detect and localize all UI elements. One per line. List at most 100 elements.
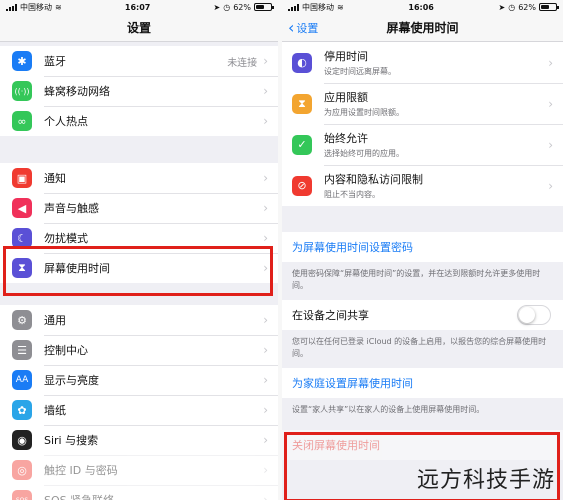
option-subtitle: 选择始终可用的应用。 [324, 149, 404, 158]
settings-row-wallpaper[interactable]: ✿ 墙纸 › [0, 395, 278, 425]
chevron-right-icon: › [263, 84, 268, 98]
chevron-right-icon: › [263, 54, 268, 68]
gear-icon: ⚙ [12, 310, 32, 330]
option-app-limits[interactable]: ⧗ 应用限额 为应用设置时间限额。 › [282, 83, 563, 124]
chevron-right-icon: › [263, 373, 268, 387]
row-label: 声音与触感 [44, 202, 99, 215]
text-size-icon: AA [12, 370, 32, 390]
settings-row-hotspot[interactable]: ∞ 个人热点 › [0, 106, 278, 136]
chevron-right-icon: › [263, 114, 268, 128]
option-downtime[interactable]: ◐ 停用时间 设定时间远离屏幕。 › [282, 42, 563, 83]
restrict-icon: ⊘ [292, 175, 312, 196]
speaker-icon: ◀ [12, 198, 32, 218]
page-title: 屏幕使用时间 [386, 21, 459, 35]
option-subtitle: 阻止不当内容。 [324, 190, 380, 199]
settings-row-notifications[interactable]: ▣ 通知 › [0, 163, 278, 193]
option-content-privacy[interactable]: ⊘ 内容和隐私访问限制 阻止不当内容。 › [282, 165, 563, 206]
siri-icon: ◉ [12, 430, 32, 450]
family-setup-link[interactable]: 为家庭设置屏幕使用时间 [282, 368, 563, 398]
option-title: 停用时间 [324, 50, 368, 63]
chevron-right-icon: › [548, 55, 553, 70]
row-label: SOS 紧急联络 [44, 492, 263, 500]
screen-time-options: ◐ 停用时间 设定时间远离屏幕。 › ⧗ 应用限额 为应用设置时间限额。 › ✓… [282, 42, 563, 206]
general-group: ⚙ 通用 › ☰ 控制中心 › AA 显示与亮度 › ✿ 墙纸 › ◉ Siri… [0, 305, 278, 500]
page-title: 设置 [126, 21, 151, 35]
chevron-right-icon: › [548, 96, 553, 111]
chevron-right-icon: › [263, 313, 268, 327]
settings-screen: 中国移动 ≋ 16:07 ➤ ◷ 62% 设置 ✱ 蓝牙 未连接 › ((·))… [0, 0, 278, 500]
row-value: 未连接 [227, 57, 258, 69]
carrier: 中国移动 ≋ [288, 2, 344, 13]
back-button[interactable]: ‹ 设置 [288, 17, 318, 37]
chevron-right-icon: › [263, 403, 268, 417]
flower-icon: ✿ [12, 400, 32, 420]
notifications-icon: ▣ [12, 168, 32, 188]
screen-time-screen: 中国移动 ≋ 16:06 ➤ ◷ 62% ‹ 设置 屏幕使用时间 ◐ 停用时间 … [282, 0, 563, 500]
nav-bar: 设置 [0, 14, 278, 42]
watermark: 远方科技手游 [416, 468, 555, 493]
row-label: 通用 [44, 314, 66, 327]
row-label: 个人热点 [44, 115, 88, 128]
option-subtitle: 设定时间远离屏幕。 [324, 67, 396, 76]
settings-row-touch-id[interactable]: ◎ 触控 ID 与密码 › [0, 455, 278, 485]
settings-row-control-center[interactable]: ☰ 控制中心 › [0, 335, 278, 365]
option-always-allowed[interactable]: ✓ 始终允许 选择始终可用的应用。 › [282, 124, 563, 165]
row-label: 触控 ID 与密码 [44, 464, 118, 477]
chevron-right-icon: › [548, 178, 553, 193]
fingerprint-icon: ◎ [12, 460, 32, 480]
battery-area: ➤ ◷ 62% [498, 2, 559, 12]
passcode-note: 使用密码保障“屏幕使用时间”的设置，并在达到限额时允许更多使用时间。 [292, 269, 541, 290]
row-label: 显示与亮度 [44, 374, 99, 387]
set-passcode-link[interactable]: 为屏幕使用时间设置密码 [282, 232, 563, 262]
settings-row-sounds[interactable]: ◀ 声音与触感 › [0, 193, 278, 223]
signal-icon [6, 3, 17, 11]
settings-row-cellular[interactable]: ((·)) 蜂窝移动网络 › [0, 76, 278, 106]
bluetooth-icon: ✱ [12, 51, 32, 71]
chevron-right-icon: › [263, 343, 268, 357]
settings-row-siri[interactable]: ◉ Siri 与搜索 › [0, 425, 278, 455]
settings-row-display[interactable]: AA 显示与亮度 › [0, 365, 278, 395]
location-icon: ➤ [213, 2, 221, 12]
chevron-right-icon: › [263, 493, 268, 500]
chevron-right-icon: › [263, 433, 268, 447]
option-title: 内容和隐私访问限制 [324, 173, 423, 186]
sliders-icon: ☰ [12, 340, 32, 360]
chevron-right-icon: › [263, 171, 268, 185]
row-label: 勿扰模式 [44, 232, 88, 245]
nav-bar: ‹ 设置 屏幕使用时间 [282, 14, 563, 42]
carrier: 中国移动 ≋ [6, 2, 62, 13]
chevron-right-icon: › [263, 463, 268, 477]
sos-icon: SOS [12, 490, 32, 500]
settings-row-bluetooth[interactable]: ✱ 蓝牙 未连接 › [0, 46, 278, 76]
downtime-icon: ◐ [292, 52, 312, 73]
chevron-left-icon: ‹ [288, 17, 295, 37]
moon-icon: ☾ [12, 228, 32, 248]
row-label: 蓝牙 [44, 55, 66, 68]
screen-time-highlight [3, 246, 273, 296]
row-label: 蜂窝移动网络 [44, 85, 110, 98]
row-label: Siri 与搜索 [44, 434, 99, 447]
settings-row-sos[interactable]: SOS SOS 紧急联络 › [0, 485, 278, 500]
checkmark-icon: ✓ [292, 134, 312, 155]
wifi-icon: ≋ [55, 2, 62, 12]
hotspot-icon: ∞ [12, 111, 32, 131]
location-icon: ➤ [498, 2, 506, 12]
row-label: 墙纸 [44, 404, 66, 417]
connectivity-group: ✱ 蓝牙 未连接 › ((·)) 蜂窝移动网络 › ∞ 个人热点 › [0, 46, 278, 136]
status-bar: 中国移动 ≋ 16:06 ➤ ◷ 62% [282, 0, 563, 14]
share-label: 在设备之间共享 [292, 309, 369, 322]
signal-icon [288, 3, 299, 11]
settings-row-general[interactable]: ⚙ 通用 › [0, 305, 278, 335]
row-label: 通知 [44, 172, 66, 185]
chevron-right-icon: › [263, 231, 268, 245]
share-note: 您可以在任何已登录 iCloud 的设备上启用，以报告您的综合屏幕使用时间。 [292, 337, 547, 358]
option-subtitle: 为应用设置时间限额。 [324, 108, 404, 117]
share-across-devices-row: 在设备之间共享 [282, 300, 563, 330]
chevron-right-icon: › [548, 137, 553, 152]
hourglass-icon: ⧗ [292, 93, 312, 114]
share-toggle[interactable] [517, 305, 551, 325]
wifi-icon: ≋ [337, 2, 344, 12]
antenna-icon: ((·)) [12, 81, 32, 101]
option-title: 始终允许 [324, 132, 368, 145]
row-label: 控制中心 [44, 344, 88, 357]
